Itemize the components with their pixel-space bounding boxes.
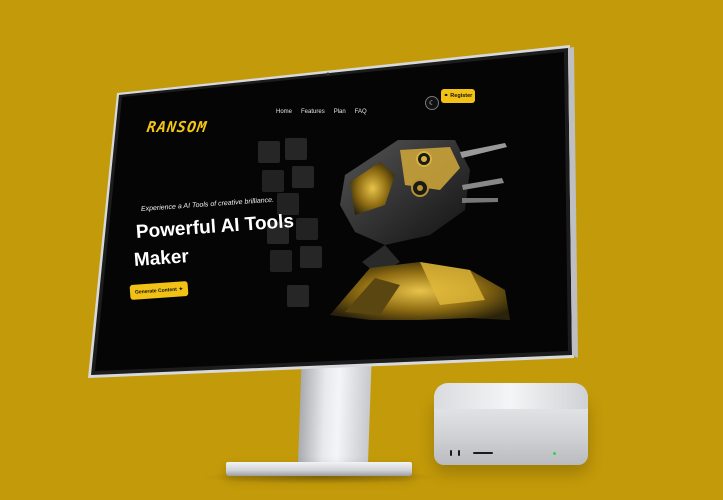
moon-icon[interactable]: ☾ [425,96,439,110]
website-screen: RANSOM Home Features Plan FAQ ☾ ⚭ Regist… [0,0,723,500]
nav-item-plan[interactable]: Plan [334,109,346,115]
mac-mini-top [434,383,588,409]
cta-label: Generate Content [134,286,178,296]
hero-headline-line1: Powerful AI Tools [135,210,295,243]
hero-headline-line2: Maker [133,246,190,271]
nav-item-home[interactable]: Home [276,109,292,115]
brand-logo[interactable]: RANSOM [146,118,209,136]
sd-slot-icon [473,452,493,454]
hero-tagline: Experience a AI Tools of creative brilli… [140,196,275,213]
nav-item-features[interactable]: Features [301,109,325,115]
link-icon: ⚭ [443,93,449,99]
usb-port-icon [458,450,460,456]
nav-item-faq[interactable]: FAQ [355,109,367,115]
power-led-icon [553,452,556,455]
top-nav: Home Features Plan FAQ [276,109,367,115]
generate-content-button[interactable]: Generate Content ✦ [129,280,189,301]
usb-port-icon [450,450,452,456]
register-button[interactable]: ⚭ Register [441,89,475,103]
sparkle-icon: ✦ [178,285,184,293]
register-label: Register [450,93,473,99]
